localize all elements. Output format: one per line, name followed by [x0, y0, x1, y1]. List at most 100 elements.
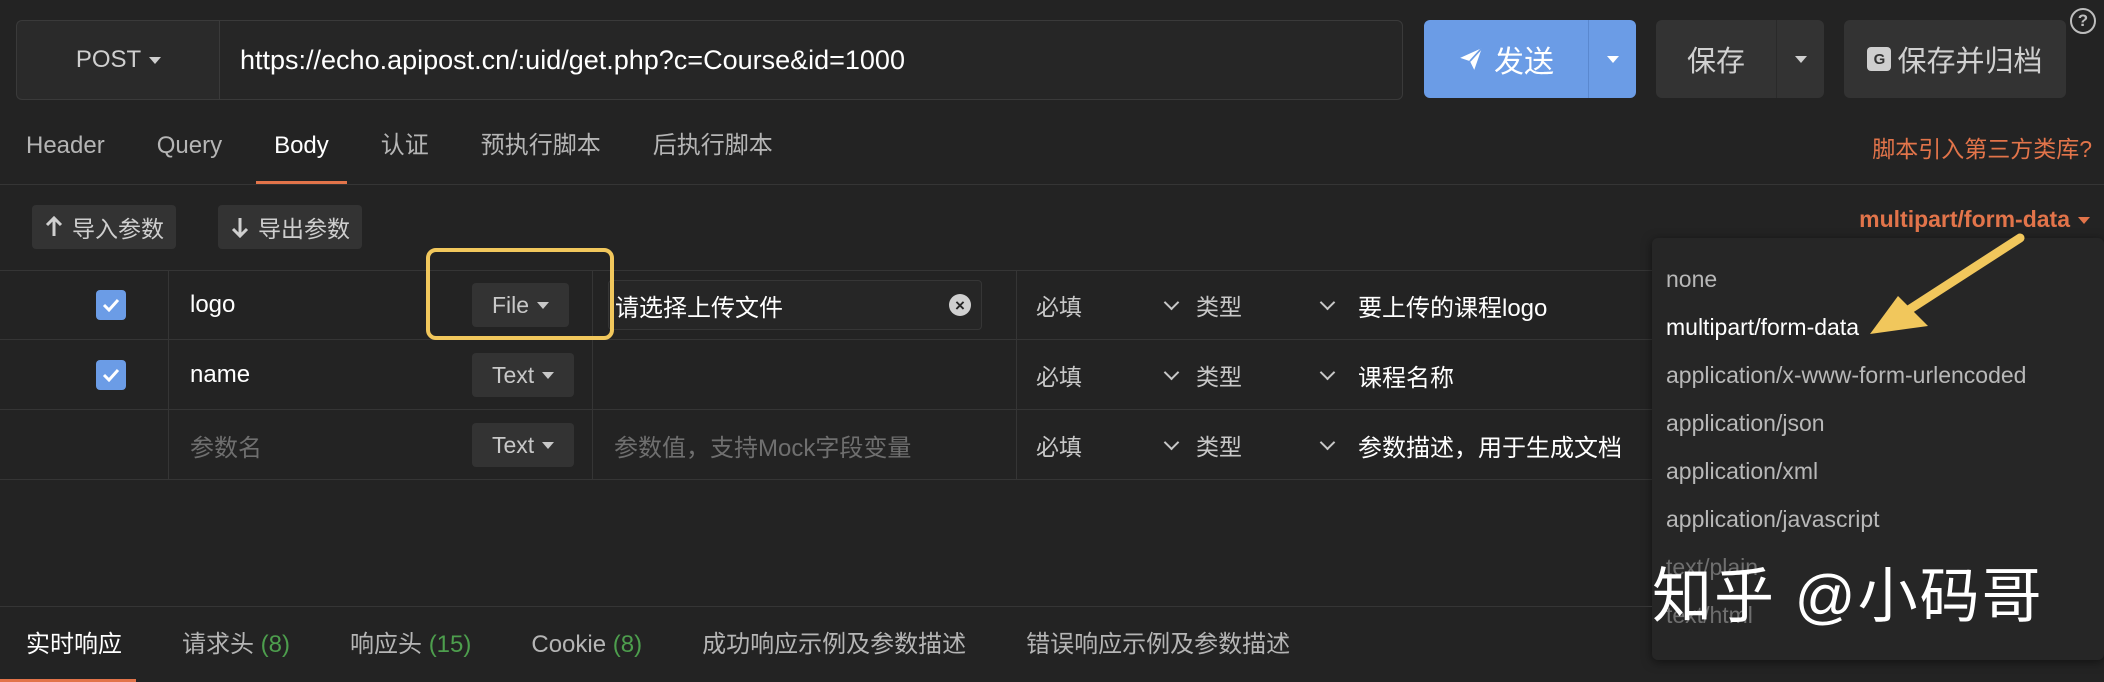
- arrow-up-icon: [45, 216, 63, 236]
- tab-query[interactable]: Query: [131, 118, 248, 184]
- arrow-down-icon: [231, 218, 249, 238]
- send-label: 发送: [1494, 46, 1554, 79]
- script-library-link[interactable]: 脚本引入第三方类库?: [1872, 130, 2092, 164]
- data-type-select[interactable]: [1319, 410, 1336, 480]
- body-type-select[interactable]: multipart/form-data: [1859, 206, 2090, 233]
- dropdown-option-urlencoded[interactable]: application/x-www-form-urlencoded: [1666, 362, 2026, 389]
- tab-label: 成功响应示例及参数描述: [702, 631, 967, 658]
- param-name[interactable]: logo: [190, 270, 235, 340]
- row-checkbox[interactable]: [96, 340, 126, 410]
- check-icon: [96, 290, 126, 320]
- file-select-input[interactable]: 请选择上传文件 ×: [608, 280, 982, 330]
- send-dropdown-toggle[interactable]: [1588, 20, 1636, 98]
- param-value-cell: 请选择上传文件 ×: [608, 270, 982, 340]
- param-type-label: Text: [492, 361, 535, 388]
- save-main[interactable]: 保存: [1656, 20, 1776, 98]
- chevron-down-icon: [542, 441, 555, 449]
- dropdown-option-xml[interactable]: application/xml: [1666, 458, 1818, 485]
- dropdown-option-multipart[interactable]: multipart/form-data: [1666, 314, 1859, 341]
- chevron-down-icon: [1319, 294, 1336, 310]
- divider: [0, 606, 1652, 607]
- param-type-label: Text: [492, 431, 535, 458]
- data-type-select[interactable]: [1319, 270, 1336, 340]
- chevron-down-icon: [2078, 217, 2090, 225]
- dropdown-option-json[interactable]: application/json: [1666, 410, 1825, 437]
- export-label: 导出参数: [258, 216, 350, 242]
- url-input[interactable]: https://echo.apipost.cn/:uid/get.php?c=C…: [219, 20, 1403, 100]
- tab-request-headers[interactable]: 请求头 (8): [152, 612, 320, 682]
- tab-auth[interactable]: 认证: [355, 118, 455, 184]
- clear-icon[interactable]: ×: [949, 294, 971, 316]
- watermark: 知乎 @小码哥: [1652, 563, 2044, 630]
- param-description-input[interactable]: 参数描述，用于生成文档: [1358, 410, 1622, 480]
- url-text: https://echo.apipost.cn/:uid/get.php?c=C…: [240, 44, 905, 75]
- chevron-down-icon: [1606, 55, 1619, 63]
- chevron-down-icon: [1163, 294, 1180, 310]
- tab-success-examples[interactable]: 成功响应示例及参数描述: [672, 612, 996, 682]
- dropdown-option-javascript[interactable]: application/javascript: [1666, 506, 1880, 533]
- tab-count: (15): [428, 631, 472, 658]
- archive-label: 保存并归档: [1897, 46, 2043, 78]
- annotation-arrow-icon: [1870, 233, 2025, 334]
- save-dropdown-toggle[interactable]: [1776, 20, 1824, 98]
- dropdown-option-none[interactable]: none: [1666, 266, 1717, 293]
- required-label: 必填: [1036, 294, 1082, 320]
- required-select[interactable]: [1163, 340, 1180, 410]
- param-name-input[interactable]: 参数名: [190, 410, 262, 480]
- required-label: 必填: [1036, 434, 1082, 460]
- tab-live-response[interactable]: 实时响应: [0, 612, 152, 682]
- chevron-down-icon: [149, 56, 162, 64]
- import-label: 导入参数: [72, 216, 164, 242]
- save-label: 保存: [1686, 46, 1745, 78]
- param-value: 请选择上传文件: [615, 294, 783, 322]
- table-row: 参数名 Text 参数值，支持Mock字段变量 必填 类型 参数描述，用于生成文…: [0, 410, 1656, 480]
- tab-label: 错误响应示例及参数描述: [1026, 631, 1291, 658]
- chevron-down-icon: [542, 371, 555, 379]
- tab-label: Cookie: [531, 631, 607, 658]
- tab-label: 响应头: [350, 631, 423, 658]
- send-main[interactable]: 发送: [1424, 20, 1588, 98]
- file-type-highlight: [426, 248, 614, 340]
- import-params-button[interactable]: 导入参数: [32, 205, 176, 249]
- save-button[interactable]: 保存: [1656, 20, 1824, 98]
- send-button[interactable]: 发送: [1424, 20, 1636, 98]
- table-row: logo File 请选择上传文件 × 必填 类型 要上传的课程logo: [0, 270, 1656, 340]
- param-description[interactable]: 课程名称: [1358, 340, 1454, 410]
- required-label: 必填: [1036, 364, 1082, 390]
- help-icon[interactable]: ?: [2070, 8, 2096, 34]
- row-checkbox[interactable]: [96, 270, 126, 340]
- tab-label: 实时响应: [26, 631, 122, 658]
- method-label: POST: [75, 46, 142, 73]
- tab-header[interactable]: Header: [0, 118, 131, 184]
- tab-response-headers[interactable]: 响应头 (15): [320, 612, 501, 682]
- required-select[interactable]: [1163, 270, 1180, 340]
- export-params-button[interactable]: 导出参数: [218, 205, 362, 249]
- data-type-select[interactable]: [1319, 340, 1336, 410]
- tab-count: (8): [612, 631, 643, 658]
- tab-cookie[interactable]: Cookie (8): [501, 612, 672, 682]
- tab-count: (8): [260, 631, 291, 658]
- paper-plane-icon: [1460, 47, 1483, 70]
- chevron-down-icon: [1163, 364, 1180, 380]
- type-label: 类型: [1196, 434, 1242, 460]
- param-value-input[interactable]: 参数值，支持Mock字段变量: [614, 410, 911, 480]
- required-select[interactable]: [1163, 410, 1180, 480]
- tab-error-examples[interactable]: 错误响应示例及参数描述: [996, 612, 1320, 682]
- chevron-down-icon: [1163, 434, 1180, 450]
- tab-post-script[interactable]: 后执行脚本: [627, 118, 799, 184]
- param-description[interactable]: 要上传的课程logo: [1358, 270, 1547, 340]
- tab-body[interactable]: Body: [248, 118, 355, 184]
- tab-pre-script[interactable]: 预执行脚本: [455, 118, 627, 184]
- table-row: name Text 必填 类型 课程名称: [0, 340, 1656, 410]
- g-badge-icon: G: [1867, 47, 1892, 71]
- chevron-down-icon: [1319, 434, 1336, 450]
- param-type-select[interactable]: Text: [472, 410, 575, 480]
- method-select[interactable]: POST: [16, 20, 220, 100]
- type-label: 类型: [1196, 364, 1242, 390]
- save-and-archive-button[interactable]: G 保存并归档: [1844, 20, 2066, 98]
- chevron-down-icon: [1319, 364, 1336, 380]
- param-name[interactable]: name: [190, 340, 250, 410]
- param-type-select[interactable]: Text: [472, 340, 575, 410]
- type-label: 类型: [1196, 294, 1242, 320]
- tab-label: 请求头: [182, 631, 254, 658]
